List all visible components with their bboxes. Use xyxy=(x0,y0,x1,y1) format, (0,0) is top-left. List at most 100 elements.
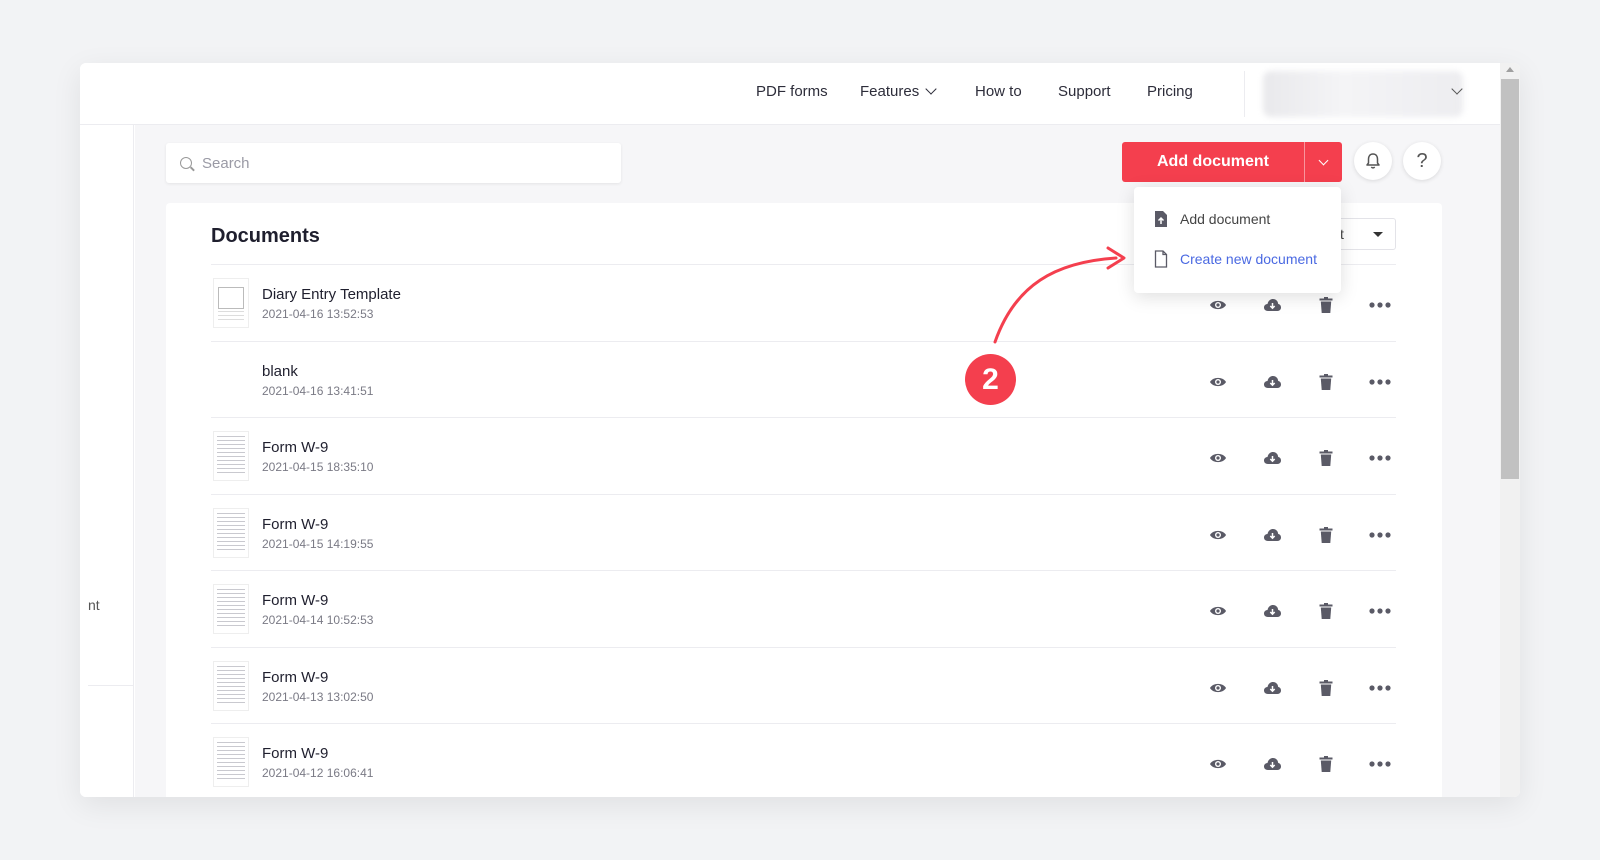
more-options-button[interactable] xyxy=(1366,599,1394,623)
file-icon xyxy=(1154,250,1168,268)
more-options-button[interactable] xyxy=(1366,752,1394,776)
delete-button[interactable] xyxy=(1314,676,1338,700)
more-options-button[interactable] xyxy=(1366,446,1394,470)
document-name[interactable]: blank xyxy=(262,363,298,380)
eye-icon xyxy=(1210,300,1226,310)
document-thumbnail[interactable] xyxy=(213,278,249,328)
more-icon xyxy=(1369,684,1391,691)
download-button[interactable] xyxy=(1260,752,1284,776)
document-date: 2021-04-16 13:41:51 xyxy=(262,383,374,398)
cloud-download-icon xyxy=(1263,528,1281,541)
download-button[interactable] xyxy=(1260,446,1284,470)
document-date: 2021-04-15 18:35:10 xyxy=(262,460,374,474)
delete-button[interactable] xyxy=(1314,752,1338,776)
download-button[interactable] xyxy=(1260,599,1284,623)
caret-down-icon xyxy=(1373,232,1383,237)
download-button[interactable] xyxy=(1260,523,1284,547)
document-name[interactable]: Form W-9 xyxy=(262,669,328,686)
document-date: 2021-04-15 14:19:55 xyxy=(262,536,374,551)
sidebar-item-label[interactable]: nt xyxy=(88,597,100,613)
notifications-button[interactable] xyxy=(1354,142,1392,180)
nav-link-support[interactable]: Support xyxy=(1058,83,1111,100)
top-nav: PDF forms Features How to Support Pricin… xyxy=(80,63,1500,125)
search-input[interactable] xyxy=(202,154,602,172)
document-thumbnail[interactable] xyxy=(213,354,249,405)
page-scrollbar[interactable] xyxy=(1500,63,1520,797)
documents-list: Diary Entry Template 2021-04-16 13:52:53 xyxy=(211,264,1396,797)
delete-button[interactable] xyxy=(1314,293,1338,317)
nav-link-how-to[interactable]: How to xyxy=(975,83,1022,100)
nav-divider xyxy=(1244,71,1245,117)
download-button[interactable] xyxy=(1260,676,1284,700)
eye-icon xyxy=(1210,606,1226,616)
menu-item-label: Create new document xyxy=(1180,251,1317,267)
more-icon xyxy=(1369,608,1391,614)
preview-button[interactable] xyxy=(1206,599,1230,623)
preview-button[interactable] xyxy=(1206,446,1230,470)
more-options-button[interactable] xyxy=(1366,523,1394,547)
document-thumbnail[interactable] xyxy=(213,431,249,481)
delete-button[interactable] xyxy=(1314,523,1338,547)
table-row[interactable]: Form W-9 2021-04-13 13:02:50 xyxy=(211,646,1396,724)
table-row[interactable]: Form W-9 2021-04-14 10:52:53 xyxy=(211,570,1396,647)
more-options-button[interactable] xyxy=(1366,293,1394,317)
nav-link-pricing[interactable]: Pricing xyxy=(1147,83,1193,100)
row-actions xyxy=(1206,752,1396,776)
add-document-button[interactable]: Add document xyxy=(1122,142,1304,182)
document-name[interactable]: Form W-9 xyxy=(262,439,328,456)
download-button[interactable] xyxy=(1260,370,1284,394)
row-actions xyxy=(1206,370,1396,394)
add-document-menu: Add document Create new document xyxy=(1134,187,1341,293)
document-name[interactable]: Form W-9 xyxy=(262,592,328,609)
eye-icon xyxy=(1210,683,1226,692)
trash-icon xyxy=(1319,603,1333,619)
preview-button[interactable] xyxy=(1206,293,1230,317)
scroll-thumb[interactable] xyxy=(1501,79,1519,479)
more-icon xyxy=(1369,302,1391,308)
account-menu[interactable] xyxy=(1263,71,1463,117)
document-thumbnail[interactable] xyxy=(213,584,249,634)
step-badge: 2 xyxy=(965,354,1016,405)
sidebar-divider xyxy=(88,685,134,686)
document-name[interactable]: Form W-9 xyxy=(262,745,328,762)
menu-item-label: Add document xyxy=(1180,211,1271,227)
delete-button[interactable] xyxy=(1314,599,1338,623)
document-thumbnail[interactable] xyxy=(213,737,249,787)
table-row[interactable]: Form W-9 2021-04-15 18:35:10 xyxy=(211,417,1396,494)
document-name[interactable]: Form W-9 xyxy=(262,516,328,533)
table-row[interactable]: Form W-9 2021-04-15 14:19:55 xyxy=(211,493,1396,571)
document-thumbnail[interactable] xyxy=(213,660,249,711)
nav-link-features[interactable]: Features xyxy=(860,83,937,100)
delete-button[interactable] xyxy=(1314,446,1338,470)
document-date: 2021-04-13 13:02:50 xyxy=(262,689,374,704)
download-button[interactable] xyxy=(1260,293,1284,317)
delete-button[interactable] xyxy=(1314,370,1338,394)
search-box[interactable] xyxy=(166,143,621,183)
more-options-button[interactable] xyxy=(1366,676,1394,700)
preview-button[interactable] xyxy=(1206,523,1230,547)
document-thumbnail[interactable] xyxy=(213,507,249,558)
trash-icon xyxy=(1319,526,1333,543)
app-window: PDF forms Features How to Support Pricin… xyxy=(80,63,1520,797)
row-actions xyxy=(1206,293,1396,317)
add-document-dropdown-toggle[interactable] xyxy=(1304,142,1342,182)
cloud-download-icon xyxy=(1263,452,1281,464)
help-button[interactable]: ? xyxy=(1403,142,1441,180)
preview-button[interactable] xyxy=(1206,370,1230,394)
table-row[interactable]: blank 2021-04-16 13:41:51 xyxy=(211,340,1396,418)
eye-icon xyxy=(1210,530,1226,539)
row-actions xyxy=(1206,676,1396,700)
nav-link-pdf-forms[interactable]: PDF forms xyxy=(756,83,828,100)
preview-button[interactable] xyxy=(1206,752,1230,776)
table-row[interactable]: Form W-9 2021-04-12 16:06:41 xyxy=(211,723,1396,797)
scroll-up-arrow-icon[interactable] xyxy=(1506,67,1514,72)
cloud-download-icon xyxy=(1263,758,1281,770)
more-options-button[interactable] xyxy=(1366,370,1394,394)
cloud-download-icon xyxy=(1263,605,1281,617)
more-icon xyxy=(1369,531,1391,538)
menu-item-add-document[interactable]: Add document xyxy=(1154,210,1270,228)
row-actions xyxy=(1206,523,1396,547)
menu-item-create-new-document[interactable]: Create new document xyxy=(1154,250,1317,268)
document-name[interactable]: Diary Entry Template xyxy=(262,286,401,303)
preview-button[interactable] xyxy=(1206,676,1230,700)
